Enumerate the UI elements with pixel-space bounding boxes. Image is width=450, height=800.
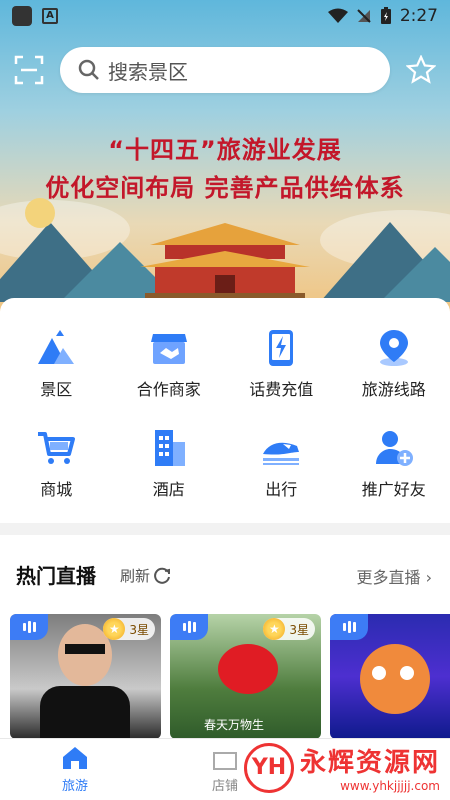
streamer-suit [40, 686, 130, 739]
category-scenic[interactable]: 景区 [0, 328, 113, 400]
rating-badge: ★ 3星 [103, 618, 155, 640]
red-logo [218, 644, 278, 694]
hero-banner[interactable]: A 2:27 搜索景区 “十四五”旅游业发展 优化空间布局 完善产品供给体系 [0, 0, 450, 320]
refresh-button[interactable]: 刷新 [120, 565, 172, 586]
section-title: 热门直播 [16, 564, 96, 588]
live-card[interactable]: ★ 3星 春天万物生 [170, 614, 321, 739]
handshake-store-icon [150, 334, 187, 364]
nav-label: 店铺 [211, 779, 238, 794]
palace-illustration [140, 223, 310, 305]
wifi-icon [327, 8, 348, 23]
rating-text: 3星 [289, 622, 309, 637]
live-indicator-icon [10, 614, 48, 640]
category-card: 景区 合作商家 话费充值 旅游线路 商城 酒店 出行 推广好友 [0, 298, 450, 523]
medal-icon: ★ [103, 618, 126, 640]
category-invite[interactable]: 推广好友 [338, 428, 450, 500]
home-icon [63, 747, 87, 769]
card-caption: 春天万物生 [204, 718, 265, 732]
category-recharge[interactable]: 话费充值 [225, 328, 338, 400]
chevron-right-icon: › [425, 568, 432, 587]
status-time: 2:27 [399, 6, 438, 26]
nav-label: 旅游 [61, 779, 88, 794]
live-card[interactable]: ★ 3星 [10, 614, 161, 739]
search-input[interactable]: 搜索景区 [60, 47, 390, 93]
notification-square-icon [12, 6, 32, 26]
rating-badge: ★ 3星 [263, 618, 315, 640]
live-indicator-icon [170, 614, 208, 640]
hotel-building-icon [154, 430, 185, 466]
shop-icon [213, 752, 237, 770]
battery-icon [380, 7, 391, 24]
category-label: 旅游线路 [361, 380, 426, 399]
cartoon-character [360, 644, 430, 714]
category-route[interactable]: 旅游线路 [338, 328, 450, 400]
category-label: 话费充值 [249, 380, 314, 399]
watermark-name: 永辉资源网 [299, 748, 440, 778]
more-live-label: 更多直播 [356, 568, 421, 587]
banner-title-line2: 优化空间布局 完善产品供给体系 [45, 174, 405, 202]
medal-icon: ★ [263, 618, 286, 640]
live-card[interactable]: ★ [330, 614, 450, 739]
train-icon [263, 442, 300, 465]
search-icon [78, 59, 99, 80]
no-signal-icon [357, 9, 371, 23]
category-label: 出行 [265, 480, 298, 499]
category-label: 景区 [40, 380, 73, 399]
live-section-header: 热门直播 刷新 更多直播 › [0, 556, 450, 592]
rating-text: 3星 [129, 622, 149, 637]
category-label: 推广好友 [361, 480, 426, 499]
watermark-url: www.yhkjjjjj.com [340, 779, 440, 793]
search-placeholder: 搜索景区 [108, 59, 188, 84]
refresh-icon [154, 567, 171, 584]
banner-title-line1: “十四五”旅游业发展 [108, 136, 342, 164]
favorite-star-icon[interactable] [406, 55, 436, 85]
nav-tab-travel[interactable]: 旅游 [35, 745, 115, 794]
notification-a-icon: A [42, 8, 58, 24]
category-mall[interactable]: 商城 [0, 428, 113, 500]
sunglasses [65, 644, 105, 654]
live-indicator-icon [330, 614, 368, 640]
more-live-link[interactable]: 更多直播 › [356, 564, 432, 588]
category-hotel[interactable]: 酒店 [113, 428, 226, 500]
status-bar: A 2:27 [0, 0, 450, 32]
phone-charge-icon [269, 330, 294, 366]
category-label: 合作商家 [136, 380, 201, 399]
location-pin-icon [379, 330, 408, 366]
live-thumbnails: ★3星 ★3星 春天万物生 ★ [10, 614, 450, 739]
shopping-cart-icon [38, 432, 76, 464]
add-friend-icon [375, 431, 413, 466]
scan-icon[interactable] [14, 55, 44, 85]
section-divider [0, 523, 450, 535]
category-label: 商城 [40, 480, 73, 499]
category-partner[interactable]: 合作商家 [113, 328, 226, 400]
category-label: 酒店 [152, 480, 185, 499]
refresh-label: 刷新 [120, 567, 151, 585]
watermark: YH 永辉资源网 www.yhkjjjjj.com [243, 742, 440, 793]
category-travel[interactable]: 出行 [225, 428, 338, 500]
mountain-icon [38, 330, 75, 364]
watermark-logo: YH [243, 742, 294, 793]
cartoon-eye [400, 666, 414, 680]
cartoon-eye [372, 666, 386, 680]
